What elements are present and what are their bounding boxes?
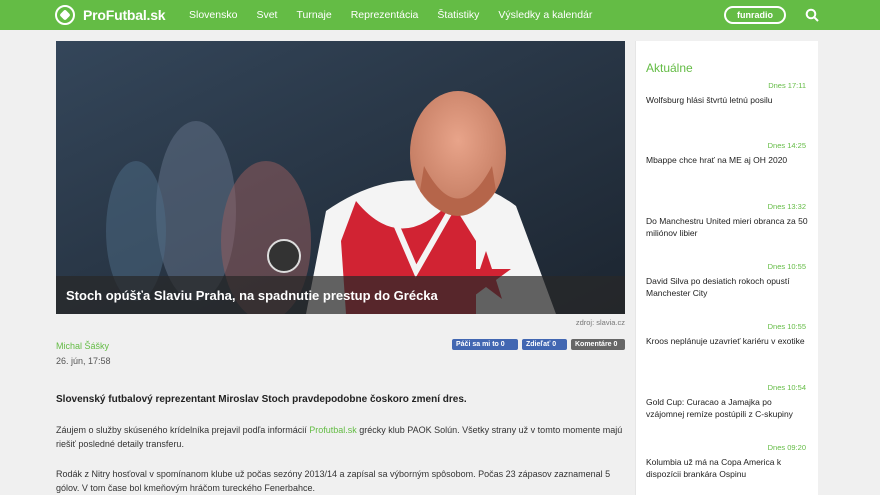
site-logo-text: ProFutbal.sk xyxy=(83,7,166,23)
nav-item-vysledky[interactable]: Výsledky a kalendár xyxy=(498,9,592,21)
comments-button[interactable]: Komentáre 0 xyxy=(571,339,625,350)
article-lead: Slovenský futbalový reprezentant Mirosla… xyxy=(56,394,467,405)
article-headline[interactable]: Stoch opúšťa Slaviu Praha, na spadnutie … xyxy=(56,276,625,314)
facebook-share-label: Zdieľať 0 xyxy=(526,341,557,348)
news-item[interactable]: Dnes 10:55 David Silva po desiatich roko… xyxy=(646,262,812,299)
funradio-logo[interactable]: funradio xyxy=(724,6,786,24)
site-logo[interactable]: ProFutbal.sk xyxy=(55,4,166,26)
news-title[interactable]: Wolfsburg hlási štvrtú letnú posilu xyxy=(646,94,812,106)
news-time: Dnes 14:25 xyxy=(767,141,806,150)
article-date: 26. jún, 17:58 xyxy=(56,356,111,366)
photo-source: zdroj: slavia.cz xyxy=(575,318,625,327)
sidebar-latest-news: Aktuálne Dnes 17:11 Wolfsburg hlási štvr… xyxy=(635,41,818,495)
news-time: Dnes 10:55 xyxy=(767,322,806,331)
facebook-like-label: Páči sa mi to 0 xyxy=(456,341,505,348)
article-paragraph: Záujem o služby skúseného krídelníka pre… xyxy=(56,423,625,451)
nav-item-turnaje[interactable]: Turnaje xyxy=(296,9,331,21)
article-main: Stoch opúšťa Slaviu Praha, na spadnutie … xyxy=(56,41,625,314)
sidebar-title: Aktuálne xyxy=(646,61,693,75)
paragraph-text: Záujem o služby skúseného krídelníka pre… xyxy=(56,425,310,435)
football-icon xyxy=(55,5,75,25)
article-paragraph: Rodák z Nitry hosťoval v spomínanom klub… xyxy=(56,469,611,493)
news-time: Dnes 09:20 xyxy=(767,443,806,452)
news-item[interactable]: Dnes 10:54 Gold Cup: Curacao a Jamajka p… xyxy=(646,383,812,420)
profutbal-link[interactable]: Profutbal.sk xyxy=(309,425,357,435)
hero-photo xyxy=(56,41,625,314)
news-item[interactable]: Dnes 17:11 Wolfsburg hlási štvrtú letnú … xyxy=(646,81,812,106)
main-nav: Slovensko Svet Turnaje Reprezentácia Šta… xyxy=(189,0,611,30)
comments-label: Komentáre 0 xyxy=(575,341,618,348)
news-title[interactable]: David Silva po desiatich rokoch opustí M… xyxy=(646,275,812,299)
facebook-like-button[interactable]: Páči sa mi to 0 xyxy=(452,339,518,350)
nav-item-slovensko[interactable]: Slovensko xyxy=(189,9,237,21)
news-title[interactable]: Mbappe chce hrať na ME aj OH 2020 xyxy=(646,154,812,166)
news-title[interactable]: Kroos neplánuje uzavrieť kariéru v exoti… xyxy=(646,335,812,347)
news-item[interactable]: Dnes 13:32 Do Manchestru United mieri ob… xyxy=(646,202,812,239)
news-item[interactable]: Dnes 09:20 Kolumbia už má na Copa Americ… xyxy=(646,443,812,480)
news-time: Dnes 13:32 xyxy=(767,202,806,211)
news-time: Dnes 10:54 xyxy=(767,383,806,392)
news-item[interactable]: Dnes 14:25 Mbappe chce hrať na ME aj OH … xyxy=(646,141,812,166)
article-hero-image[interactable]: Stoch opúšťa Slaviu Praha, na spadnutie … xyxy=(56,41,625,314)
news-title[interactable]: Do Manchestru United mieri obranca za 50… xyxy=(646,215,812,239)
news-title[interactable]: Gold Cup: Curacao a Jamajka po vzájomnej… xyxy=(646,396,812,420)
nav-item-reprezentacia[interactable]: Reprezentácia xyxy=(351,9,419,21)
article-author[interactable]: Michal Šášky xyxy=(56,341,109,351)
news-title[interactable]: Kolumbia už má na Copa America k dispozí… xyxy=(646,456,812,480)
nav-item-svet[interactable]: Svet xyxy=(256,9,277,21)
news-time: Dnes 10:55 xyxy=(767,262,806,271)
search-icon[interactable] xyxy=(805,8,819,22)
facebook-share-button[interactable]: Zdieľať 0 xyxy=(522,339,567,350)
nav-item-statistiky[interactable]: Štatistiky xyxy=(437,9,479,21)
news-item[interactable]: Dnes 10:55 Kroos neplánuje uzavrieť kari… xyxy=(646,322,812,347)
top-navigation-bar: ProFutbal.sk Slovensko Svet Turnaje Repr… xyxy=(0,0,880,30)
news-time: Dnes 17:11 xyxy=(768,81,806,90)
